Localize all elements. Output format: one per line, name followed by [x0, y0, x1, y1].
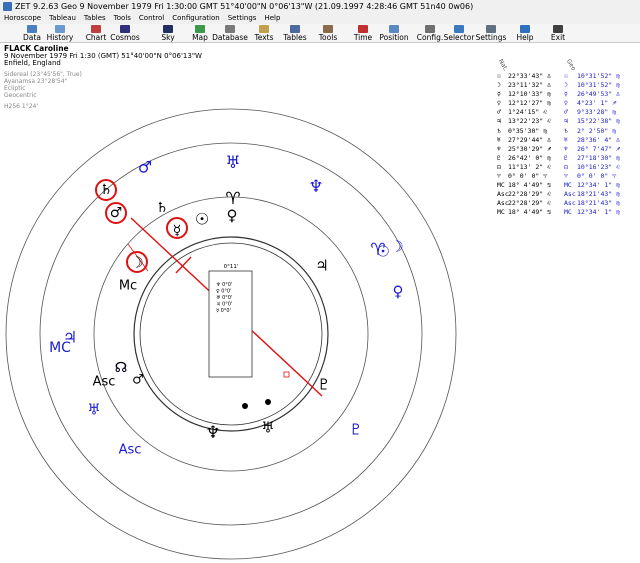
- glyph-inner-pluto: ♇: [317, 376, 330, 394]
- glyph-inner-mc: Mc: [119, 279, 137, 294]
- glyph-inner-mercury: ☿: [173, 223, 182, 239]
- glyph-outer-sun: ☉: [376, 243, 389, 261]
- aspect-box-line: ♆ 0°0': [216, 282, 232, 288]
- glyph-inner-aries: ♈: [225, 189, 240, 209]
- glyph-outer-neptune: ♆: [308, 177, 323, 197]
- glyph-outer-pluto: ♇: [349, 421, 362, 439]
- glyph-inner-asc: Asc: [93, 375, 116, 390]
- glyph-outer-asc: Asc: [119, 443, 142, 458]
- glyph-outer-moon: ☽: [390, 238, 403, 256]
- glyph-inner-saturn: ♄: [156, 200, 169, 216]
- aspect-box-lines: ♆ 0°0'♀ 0°0'♅ 0°0'♃ 0°0'☿ 0°0': [216, 282, 232, 314]
- planet-dot: [242, 403, 248, 409]
- glyph-inner-sun: ☉: [195, 210, 209, 229]
- glyph-ring-mars: ♂: [110, 205, 123, 221]
- glyph-outer-uranus-2: ♅: [87, 401, 100, 419]
- glyph-inner-mars: ♂: [132, 373, 144, 388]
- planet-dot: [265, 399, 271, 405]
- glyph-inner-node: ☊: [115, 360, 127, 376]
- glyph-outer-uranus: ♅: [225, 153, 240, 173]
- glyph-ring-saturn: ♄: [100, 182, 113, 198]
- glyph-ring-moon: ☽: [130, 254, 143, 272]
- glyph-inner-venus: ♀: [227, 207, 238, 225]
- glyph-outer-jupiter: ♃: [63, 328, 77, 347]
- glyph-inner-jupiter: ♃: [315, 257, 328, 275]
- aspect-box-line: ♃ 0°0': [216, 302, 232, 308]
- glyph-outer-mars: ♂: [138, 158, 152, 177]
- aspect-box-title: 0°11': [224, 264, 239, 270]
- aspect-box-line: ♀ 0°0': [216, 289, 232, 295]
- glyph-inner-neptune: ♆: [205, 423, 220, 443]
- glyph-outer-venus: ♀: [393, 283, 404, 301]
- axis-marker: [283, 371, 290, 378]
- aspect-box-line: ♅ 0°0': [216, 295, 232, 301]
- chart-wheel: 0°11' ♆ 0°0'♀ 0°0'♅ 0°0'♃ 0°0'☿ 0°0' ♅ ♈ ♆…: [5, 108, 457, 560]
- glyph-inner-uranus: ♅: [261, 419, 274, 437]
- aspect-box-line: ☿ 0°0': [216, 308, 231, 314]
